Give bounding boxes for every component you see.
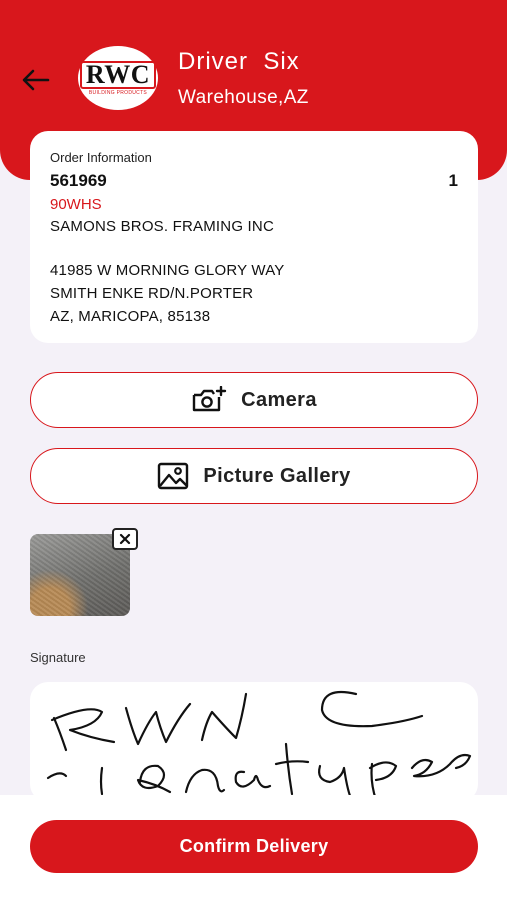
address-line-2: SMITH ENKE RD/N.PORTER (50, 285, 254, 302)
arrow-left-icon (22, 69, 50, 91)
address-line-1: 41985 W MORNING GLORY WAY (50, 262, 285, 279)
back-button[interactable] (18, 62, 54, 98)
order-number: 561969 (50, 171, 107, 190)
signature-pad[interactable] (30, 682, 478, 802)
picture-gallery-label: Picture Gallery (203, 464, 351, 487)
order-information-card: Order Information 561969 1 90WHS SAMONS … (30, 131, 478, 343)
order-code: 90WHS (50, 196, 102, 213)
order-info-label: Order Information (50, 150, 152, 165)
logo-text: RWC (79, 60, 157, 89)
confirm-delivery-button[interactable]: Confirm Delivery (30, 820, 478, 873)
company-logo: RWC BUILDING PRODUCTS (78, 46, 158, 110)
close-icon (119, 533, 131, 545)
order-count: 1 (448, 171, 458, 190)
signature-label: Signature (30, 650, 86, 665)
remove-photo-button[interactable] (112, 528, 138, 550)
customer-name: SAMONS BROS. FRAMING INC (50, 218, 274, 235)
picture-gallery-button[interactable]: Picture Gallery (30, 448, 478, 504)
camera-button-label: Camera (241, 388, 317, 411)
driver-name: Driver Six (178, 48, 300, 75)
camera-button[interactable]: Camera (30, 372, 478, 428)
image-icon (158, 462, 189, 490)
logo-subtext: BUILDING PRODUCTS (88, 89, 148, 96)
camera-add-icon (192, 386, 227, 412)
signature-drawing (46, 690, 472, 802)
address-line-3: AZ, MARICOPA, 85138 (50, 308, 211, 325)
driver-location: Warehouse,AZ (178, 87, 309, 108)
